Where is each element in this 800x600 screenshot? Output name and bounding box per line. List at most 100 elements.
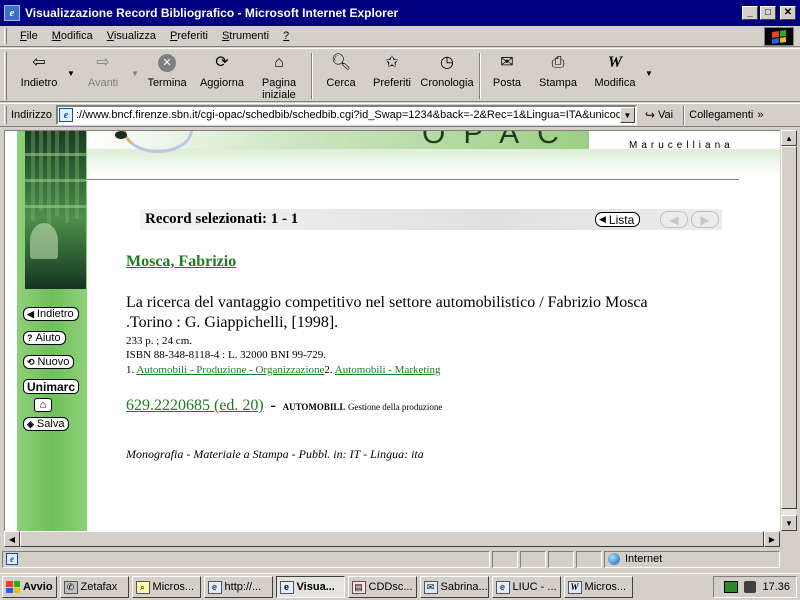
author-link[interactable]: Mosca, Fabrizio	[126, 253, 236, 271]
toolbar-separator	[311, 53, 313, 99]
forward-button[interactable]: ⇨ Avanti	[77, 49, 129, 90]
task-button-zetafax[interactable]: ✆ Zetafax	[59, 576, 129, 598]
home-page-icon[interactable]: ⌂	[34, 398, 52, 412]
lista-button[interactable]: ◀ Lista	[595, 212, 641, 227]
aiuto-button[interactable]: ? Aiuto	[23, 331, 66, 345]
stop-button[interactable]: ✕ Termina	[141, 49, 193, 89]
scroll-right-icon[interactable]: ▶	[764, 531, 780, 547]
edit-button[interactable]: W Modifica	[587, 49, 643, 90]
address-field[interactable]: e ▼	[55, 105, 637, 125]
menu-visualizza[interactable]: Visualizza	[100, 30, 163, 42]
task-button-visualizzazione[interactable]: e Visua...	[275, 576, 345, 598]
home-icon: ⌂	[274, 54, 284, 71]
maximize-button[interactable]: □	[760, 6, 776, 20]
task-button-word[interactable]: W Micros...	[563, 576, 633, 598]
mail-icon: ✉	[423, 580, 438, 594]
status-pane	[520, 550, 546, 568]
stop-icon: ✕	[156, 52, 178, 74]
chevron-right-icon[interactable]: »	[757, 109, 763, 121]
task-button-http[interactable]: e http://...	[203, 576, 273, 598]
word-icon: W	[567, 580, 582, 594]
address-dropdown-icon[interactable]: ▼	[619, 107, 635, 123]
home-button[interactable]: ⌂ Pagina iniziale	[251, 49, 307, 102]
library-photo	[25, 131, 86, 289]
window-title: Visualizzazione Record Bibliografico - M…	[25, 6, 399, 20]
history-button[interactable]: ◷ Cronologia	[419, 49, 475, 90]
go-button[interactable]: ↪ Vai	[645, 108, 673, 122]
opac-heading: OPAC	[422, 130, 577, 150]
scroll-left-icon[interactable]: ◀	[4, 531, 20, 547]
toolbar-grip[interactable]	[4, 52, 7, 100]
record-type-info: Monografia - Materiale a Stampa - Pubbl.…	[126, 447, 424, 461]
subject-link[interactable]: Automobili - Marketing	[335, 364, 441, 376]
next-record-button[interactable]: ▶	[691, 211, 719, 228]
refresh-button[interactable]: ⟳ Aggiorna	[193, 49, 251, 90]
classification-link[interactable]: 629.2220685 (ed. 20)	[126, 397, 264, 414]
menubar-grip[interactable]	[4, 28, 7, 44]
record-title: La ricerca del vantaggio competitivo nel…	[126, 294, 648, 331]
status-bar: e Internet	[0, 549, 800, 569]
start-button[interactable]: Avvio	[2, 576, 57, 598]
ie-page-icon: e	[207, 580, 222, 594]
menu-modifica[interactable]: Modifica	[45, 30, 100, 42]
task-button-liuc[interactable]: e LIUC - ...	[491, 576, 561, 598]
mail-button[interactable]: ✉ Posta	[485, 49, 529, 90]
links-toolbar[interactable]: Collegamenti »	[689, 109, 763, 121]
save-disk-icon: ◈	[27, 418, 34, 429]
favorites-folder-icon: ✩	[385, 54, 399, 71]
status-pane	[576, 550, 602, 568]
menu-strumenti[interactable]: Strumenti	[215, 30, 276, 42]
fax-icon: ✆	[63, 580, 78, 594]
back-arrow-icon: ⇦	[32, 54, 46, 71]
back-dropdown-icon[interactable]: ▼	[65, 49, 77, 78]
forward-dropdown-icon[interactable]: ▼	[129, 49, 141, 78]
refresh-circle-icon: ⟲	[27, 356, 35, 367]
nuovo-button[interactable]: ⟲ Nuovo	[23, 355, 75, 369]
records-selected-label: Record selezionati: 1 - 1	[145, 211, 299, 227]
task-button-micros[interactable]: ⌕ Micros...	[131, 576, 201, 598]
print-button[interactable]: ⎙ Stampa	[529, 49, 587, 90]
scroll-up-icon[interactable]: ▲	[781, 130, 797, 146]
opac-banner: OPAC Marucelliana	[87, 131, 780, 175]
menu-help[interactable]: ?	[276, 30, 296, 42]
clock[interactable]: 17.36	[762, 581, 790, 593]
scroll-thumb[interactable]	[20, 531, 764, 547]
mail-icon: ✉	[500, 54, 514, 71]
edit-dropdown-icon[interactable]: ▼	[643, 49, 655, 78]
question-icon: ?	[27, 333, 33, 343]
task-button-sabrina[interactable]: ✉ Sabrina...	[419, 576, 489, 598]
triangle-left-icon: ◀	[599, 214, 606, 224]
task-button-cddsc[interactable]: ▤ CDDsc...	[347, 576, 417, 598]
history-icon: ◷	[440, 54, 454, 71]
internet-globe-icon	[608, 553, 620, 565]
menu-file[interactable]: File	[13, 30, 45, 42]
addressbar-grip[interactable]	[4, 106, 7, 124]
back-button[interactable]: ⇦ Indietro	[13, 49, 65, 90]
indietro-button[interactable]: ◀ Indietro	[23, 307, 79, 321]
search-icon: 🔍︎	[330, 54, 352, 71]
subject-link[interactable]: Automobili - Produzione - Organizzazione	[136, 364, 324, 376]
minimize-button[interactable]: _	[742, 6, 758, 20]
unimarc-button[interactable]: Unimarc	[23, 379, 80, 394]
close-button[interactable]: ✕	[780, 6, 796, 20]
scroll-thumb[interactable]	[781, 146, 797, 509]
volume-icon[interactable]	[744, 581, 757, 593]
page-icon: e	[58, 108, 73, 122]
forward-arrow-icon: ⇨	[96, 54, 110, 71]
document-icon: ▤	[351, 580, 366, 594]
horizontal-scrollbar[interactable]: ◀ ▶	[4, 531, 780, 547]
favorites-button[interactable]: ✩ Preferiti	[365, 49, 419, 90]
library-name: Marucelliana	[629, 140, 734, 151]
network-icon[interactable]	[724, 581, 739, 593]
windows-logo-icon	[6, 581, 20, 593]
search-button[interactable]: 🔍︎ Cerca	[317, 49, 365, 90]
word-edit-icon: W	[607, 54, 623, 71]
previous-record-button[interactable]: ◀	[660, 211, 688, 228]
scroll-down-icon[interactable]: ▼	[781, 515, 797, 531]
menu-preferiti[interactable]: Preferiti	[163, 30, 215, 42]
search-icon: ⌕	[135, 580, 150, 594]
menu-bar: File Modifica Visualizza Preferiti Strum…	[0, 26, 800, 47]
salva-button[interactable]: ◈ Salva	[23, 417, 70, 431]
vertical-scrollbar[interactable]: ▲ ▼	[780, 130, 797, 531]
address-input[interactable]	[75, 107, 620, 123]
